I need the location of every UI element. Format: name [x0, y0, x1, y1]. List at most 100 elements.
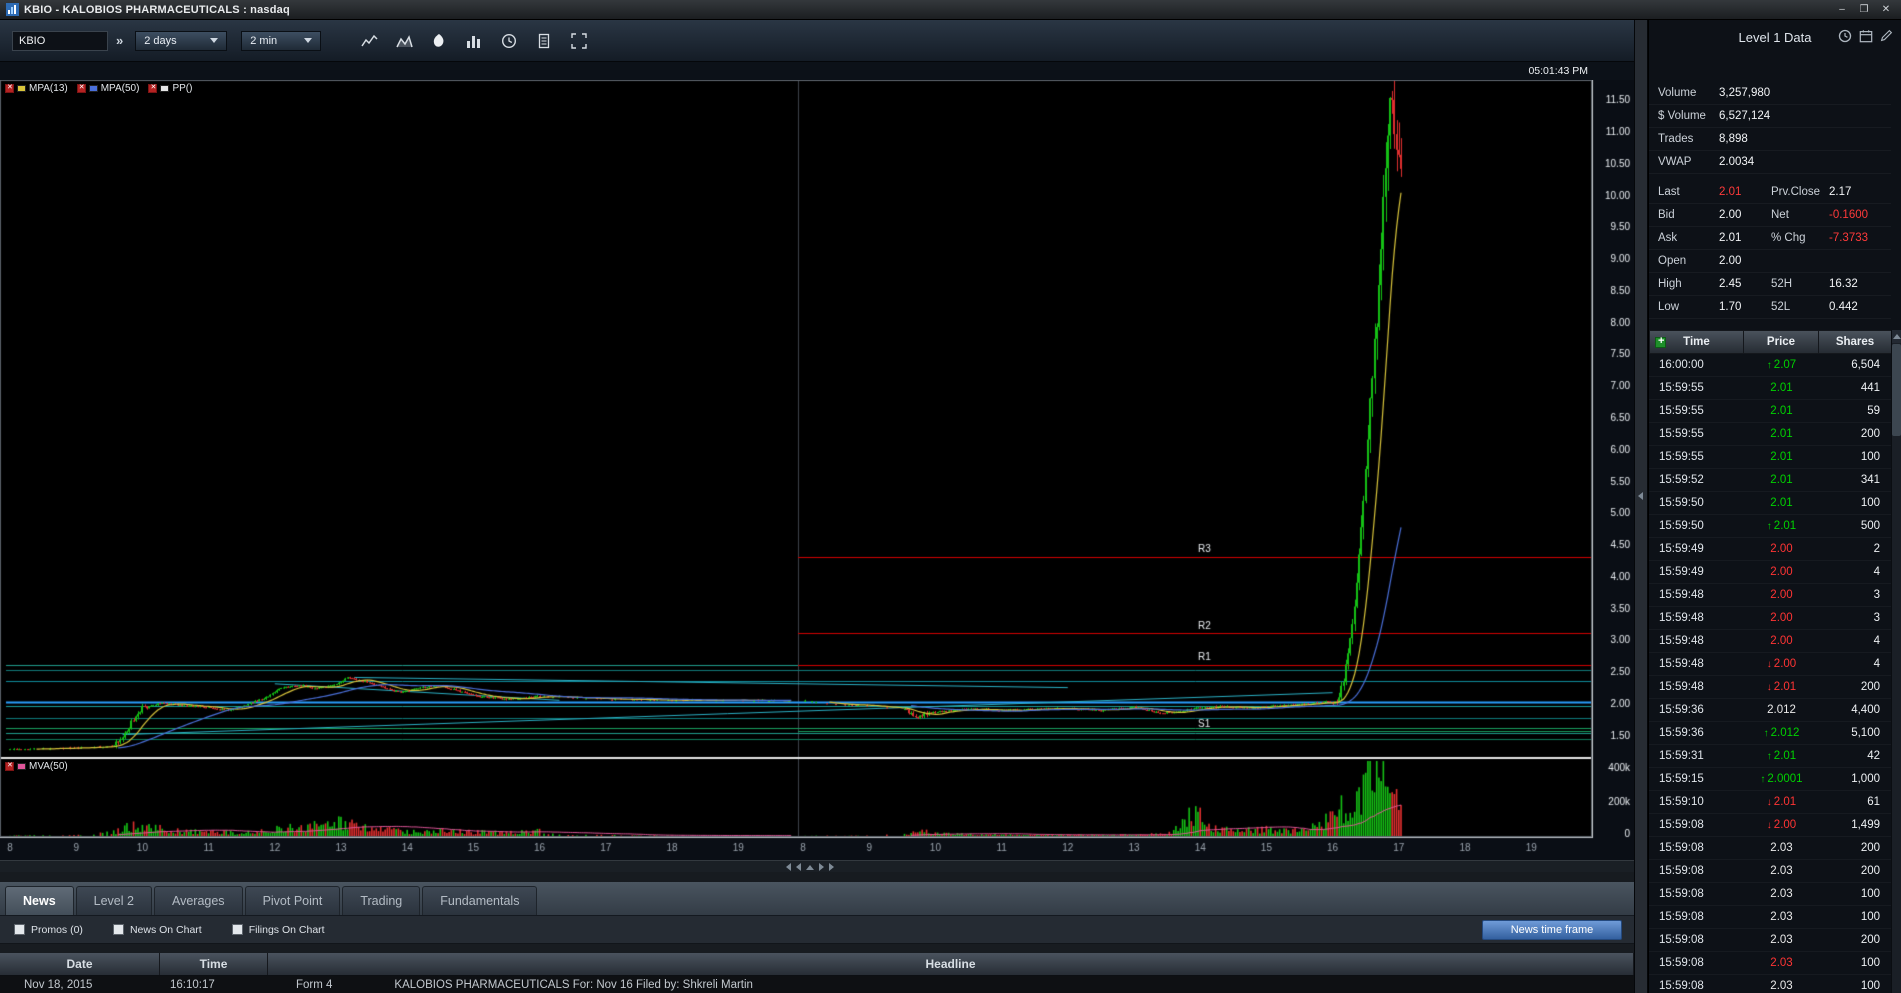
level1-value: 0.442	[1829, 301, 1891, 313]
trade-shares: 100	[1819, 980, 1892, 992]
news-time-frame-button[interactable]: News time frame	[1482, 920, 1622, 940]
time-sales-row: 16:00:00↑2.076,504	[1649, 354, 1892, 377]
pencil-icon[interactable]	[1880, 29, 1893, 48]
time-sales-row: 15:59:082.03200	[1649, 860, 1892, 883]
trade-shares: 100	[1819, 451, 1892, 463]
volume-legend: MVA(50)	[5, 761, 68, 772]
time-sales-row: 15:59:10↓2.0161	[1649, 791, 1892, 814]
news-header-date[interactable]: Date	[0, 953, 160, 975]
checkbox-box[interactable]	[14, 924, 25, 935]
up-arrow-icon: ↑	[1760, 774, 1765, 785]
line-chart-icon[interactable]	[357, 29, 381, 53]
chart-scroll-controls[interactable]	[786, 863, 834, 871]
expand-symbol-button[interactable]: »	[116, 33, 123, 48]
news-header-time[interactable]: Time	[160, 953, 268, 975]
time-sales-row: 15:59:082.03100	[1649, 975, 1892, 993]
level1-label: Ask	[1649, 232, 1719, 244]
trade-price: ↓2.01	[1744, 796, 1819, 808]
level1-label: Volume	[1649, 87, 1719, 99]
trade-shares: 4	[1819, 566, 1892, 578]
trade-shares: 1,000	[1819, 773, 1892, 785]
tab-averages[interactable]: Averages	[154, 886, 243, 915]
time-sales-header-price[interactable]: Price	[1744, 330, 1819, 354]
trade-time: 15:59:52	[1649, 474, 1744, 486]
tab-news[interactable]: News	[5, 886, 74, 915]
close-icon[interactable]	[148, 84, 157, 93]
chart-scrollbar[interactable]	[0, 860, 1634, 872]
down-arrow-icon: ↓	[1767, 820, 1772, 831]
trade-shares: 100	[1819, 497, 1892, 509]
scroll-right-icon[interactable]	[829, 863, 834, 871]
interval-select[interactable]: 2 min	[241, 31, 321, 51]
close-icon[interactable]	[77, 84, 86, 93]
trade-shares: 6,504	[1819, 359, 1892, 371]
trade-time: 15:59:08	[1649, 911, 1744, 923]
trade-time: 15:59:10	[1649, 796, 1744, 808]
collapse-panel-icon[interactable]	[1638, 492, 1643, 500]
close-icon[interactable]	[5, 762, 14, 771]
minimize-button[interactable]: –	[1831, 2, 1853, 18]
checkbox-news-on-chart[interactable]: News On Chart	[113, 924, 202, 936]
tab-fundamentals[interactable]: Fundamentals	[422, 886, 537, 915]
level1-row: Ask2.01% Chg-7.3733	[1649, 227, 1891, 250]
symbol-input[interactable]	[12, 31, 108, 51]
scroll-left-icon[interactable]	[786, 863, 791, 871]
trade-time: 15:59:48	[1649, 589, 1744, 601]
time-sales-row: 15:59:522.01341	[1649, 469, 1892, 492]
scroll-center-icon[interactable]	[806, 865, 814, 870]
fullscreen-icon[interactable]	[567, 29, 591, 53]
add-column-icon[interactable]	[1655, 337, 1666, 348]
checkbox-label: Promos (0)	[31, 924, 83, 936]
time-sales-row: 15:59:492.002	[1649, 538, 1892, 561]
level1-value: 2.17	[1829, 186, 1891, 198]
trade-time: 15:59:08	[1649, 819, 1744, 831]
time-sales-header-time[interactable]: Time	[1649, 330, 1744, 354]
scroll-up-icon[interactable]	[1892, 330, 1901, 343]
scroll-left-icon[interactable]	[796, 863, 801, 871]
trade-price: 2.03	[1744, 911, 1819, 923]
checkbox-filings-on-chart[interactable]: Filings On Chart	[232, 924, 325, 936]
legend-item: MPA(13)	[5, 83, 68, 94]
level1-value: 16.32	[1829, 278, 1891, 290]
scroll-right-icon[interactable]	[819, 863, 824, 871]
checkbox-promos-0-[interactable]: Promos (0)	[14, 924, 83, 936]
time-sales-row: 15:59:082.03100	[1649, 906, 1892, 929]
scrollbar-thumb[interactable]	[1892, 344, 1901, 436]
clock-icon[interactable]	[1838, 29, 1852, 48]
time-sales-header-shares[interactable]: Shares	[1819, 330, 1892, 354]
tab-pivot-point[interactable]: Pivot Point	[245, 886, 341, 915]
price-chart-canvas[interactable]	[0, 80, 1634, 860]
trade-price: 2.01	[1744, 451, 1819, 463]
level1-label: Bid	[1649, 209, 1719, 221]
news-header-headline[interactable]: Headline	[268, 953, 1634, 975]
document-icon[interactable]	[532, 29, 556, 53]
up-arrow-icon: ↑	[1767, 751, 1772, 762]
up-arrow-icon: ↑	[1764, 728, 1769, 739]
trade-price: ↓2.00	[1744, 658, 1819, 670]
range-select[interactable]: 2 days	[135, 31, 227, 51]
trade-shares: 2	[1819, 543, 1892, 555]
panel-splitter[interactable]	[1634, 20, 1648, 993]
maximize-button[interactable]: ❐	[1853, 2, 1875, 18]
calendar-icon[interactable]	[1859, 29, 1873, 48]
trade-time: 15:59:36	[1649, 727, 1744, 739]
checkbox-box[interactable]	[232, 924, 243, 935]
clock-icon[interactable]	[497, 29, 521, 53]
trade-price: ↓2.00	[1744, 819, 1819, 831]
news-row[interactable]: Nov 18, 2015 16:10:17 Form 4 KALOBIOS PH…	[0, 976, 1634, 993]
tab-level-2[interactable]: Level 2	[76, 886, 152, 915]
close-button[interactable]: ✕	[1875, 2, 1897, 18]
brush-icon[interactable]	[427, 29, 451, 53]
tab-trading[interactable]: Trading	[342, 886, 420, 915]
bar-chart-icon[interactable]	[462, 29, 486, 53]
mountain-chart-icon[interactable]	[392, 29, 416, 53]
legend-label: MPA(50)	[101, 83, 140, 94]
news-headline: KALOBIOS PHARMACEUTICALS For: Nov 16 Fil…	[394, 979, 753, 991]
time-sales-scrollbar[interactable]	[1891, 330, 1901, 993]
app-icon	[6, 3, 19, 16]
close-icon[interactable]	[5, 84, 14, 93]
checkbox-box[interactable]	[113, 924, 124, 935]
legend-swatch	[89, 85, 98, 92]
news-controls: Promos (0) News On Chart Filings On Chart N…	[0, 916, 1634, 944]
chart-timestamp: 05:01:43 PM	[1528, 65, 1588, 77]
